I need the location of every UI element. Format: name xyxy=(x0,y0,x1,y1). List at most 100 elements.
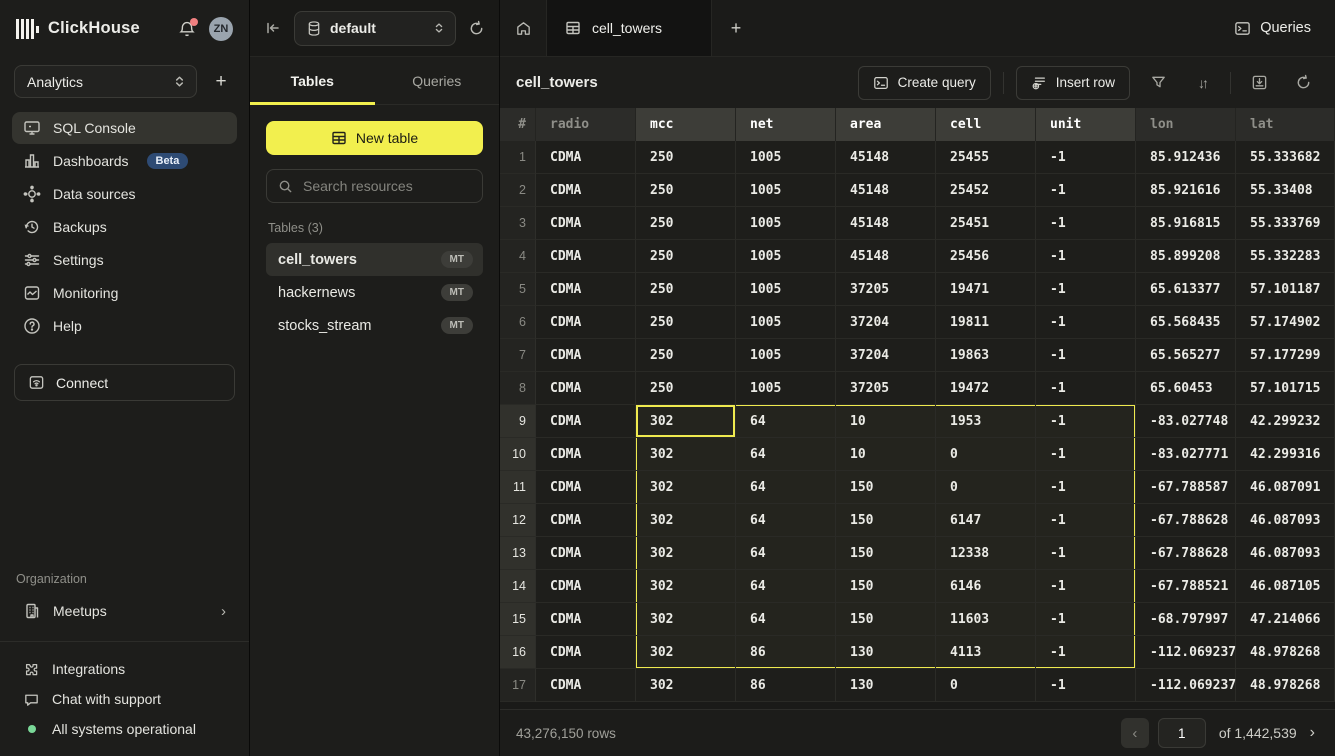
refresh-button[interactable] xyxy=(1287,67,1319,99)
data-cell[interactable]: 302 xyxy=(636,438,736,471)
data-cell[interactable]: -1 xyxy=(1036,306,1136,339)
data-cell[interactable]: CDMA xyxy=(536,240,636,273)
data-cell[interactable]: CDMA xyxy=(536,141,636,174)
data-cell[interactable]: 55.332283 xyxy=(1236,240,1335,273)
data-cell[interactable]: 302 xyxy=(636,669,736,702)
prev-page-button[interactable]: ‹ xyxy=(1121,718,1149,748)
sidebar-item-chat-support[interactable]: Chat with support xyxy=(0,684,249,714)
data-cell[interactable]: 150 xyxy=(836,603,936,636)
data-cell[interactable]: 6147 xyxy=(936,504,1036,537)
filter-button[interactable] xyxy=(1142,67,1174,99)
data-cell[interactable]: 250 xyxy=(636,174,736,207)
data-cell[interactable]: 10 xyxy=(836,405,936,438)
row-number-cell[interactable]: 4 xyxy=(500,240,536,273)
data-cell[interactable]: 302 xyxy=(636,405,736,438)
data-cell[interactable]: -83.027771 xyxy=(1136,438,1236,471)
data-cell[interactable]: 4113 xyxy=(936,636,1036,669)
data-cell[interactable]: 46.087105 xyxy=(1236,570,1335,603)
data-cell[interactable]: 85.921616 xyxy=(1136,174,1236,207)
data-cell[interactable]: 302 xyxy=(636,471,736,504)
data-cell[interactable]: 64 xyxy=(736,504,836,537)
data-cell[interactable]: -67.788628 xyxy=(1136,537,1236,570)
data-cell[interactable]: 57.101715 xyxy=(1236,372,1335,405)
data-cell[interactable]: 150 xyxy=(836,537,936,570)
data-cell[interactable]: 57.177299 xyxy=(1236,339,1335,372)
data-cell[interactable]: -67.788521 xyxy=(1136,570,1236,603)
data-cell[interactable]: -1 xyxy=(1036,504,1136,537)
table-list-item-hackernews[interactable]: hackernews MT xyxy=(266,276,483,309)
data-cell[interactable]: 19811 xyxy=(936,306,1036,339)
data-cell[interactable]: -67.788628 xyxy=(1136,504,1236,537)
data-cell[interactable]: 0 xyxy=(936,438,1036,471)
data-cell[interactable]: 45148 xyxy=(836,240,936,273)
collapse-sidebar-icon[interactable] xyxy=(264,19,282,37)
row-number-cell[interactable]: 16 xyxy=(500,636,536,669)
data-cell[interactable]: 0 xyxy=(936,471,1036,504)
data-cell[interactable]: -1 xyxy=(1036,141,1136,174)
new-tab-button[interactable]: + xyxy=(712,0,760,56)
tab-queries[interactable]: Queries xyxy=(375,57,500,104)
row-number-cell[interactable]: 2 xyxy=(500,174,536,207)
data-cell[interactable]: 150 xyxy=(836,570,936,603)
data-cell[interactable]: CDMA xyxy=(536,570,636,603)
data-cell[interactable]: -1 xyxy=(1036,636,1136,669)
data-cell[interactable]: 1005 xyxy=(736,141,836,174)
data-cell[interactable]: CDMA xyxy=(536,405,636,438)
column-header-lat[interactable]: lat xyxy=(1236,108,1335,141)
connect-button[interactable]: Connect xyxy=(14,364,235,401)
search-input[interactable] xyxy=(301,177,471,195)
data-cell[interactable]: 250 xyxy=(636,306,736,339)
data-cell[interactable]: 86 xyxy=(736,636,836,669)
data-cell[interactable]: CDMA xyxy=(536,372,636,405)
data-cell[interactable]: -1 xyxy=(1036,405,1136,438)
new-table-button[interactable]: New table xyxy=(266,121,483,155)
data-cell[interactable]: 19472 xyxy=(936,372,1036,405)
data-cell[interactable]: 47.214066 xyxy=(1236,603,1335,636)
data-cell[interactable]: CDMA xyxy=(536,273,636,306)
system-status[interactable]: All systems operational xyxy=(0,714,249,744)
data-cell[interactable]: 48.978268 xyxy=(1236,669,1335,702)
data-cell[interactable]: CDMA xyxy=(536,174,636,207)
row-number-cell[interactable]: 13 xyxy=(500,537,536,570)
data-cell[interactable]: 25455 xyxy=(936,141,1036,174)
data-cell[interactable]: -1 xyxy=(1036,339,1136,372)
data-cell[interactable]: -1 xyxy=(1036,537,1136,570)
sidebar-item-settings[interactable]: Settings xyxy=(12,244,237,276)
column-header-lon[interactable]: lon xyxy=(1136,108,1236,141)
column-header-area[interactable]: area xyxy=(836,108,936,141)
data-cell[interactable]: 1005 xyxy=(736,273,836,306)
data-cell[interactable]: 302 xyxy=(636,570,736,603)
data-cell[interactable]: 45148 xyxy=(836,141,936,174)
data-cell[interactable]: 250 xyxy=(636,372,736,405)
data-cell[interactable]: 64 xyxy=(736,603,836,636)
brand[interactable]: ClickHouse xyxy=(16,19,140,39)
column-header-mcc[interactable]: mcc xyxy=(636,108,736,141)
data-cell[interactable]: 1005 xyxy=(736,339,836,372)
row-number-cell[interactable]: 11 xyxy=(500,471,536,504)
notifications-bell-icon[interactable] xyxy=(178,20,196,38)
sidebar-item-dashboards[interactable]: Dashboards Beta xyxy=(12,145,237,177)
data-cell[interactable]: CDMA xyxy=(536,504,636,537)
data-cell[interactable]: 64 xyxy=(736,438,836,471)
data-cell[interactable]: -1 xyxy=(1036,570,1136,603)
data-cell[interactable]: 37204 xyxy=(836,306,936,339)
row-number-cell[interactable]: 7 xyxy=(500,339,536,372)
data-cell[interactable]: 11603 xyxy=(936,603,1036,636)
data-cell[interactable]: 55.333682 xyxy=(1236,141,1335,174)
data-cell[interactable]: 1005 xyxy=(736,372,836,405)
sidebar-item-sql-console[interactable]: SQL Console xyxy=(12,112,237,144)
row-number-cell[interactable]: 17 xyxy=(500,669,536,702)
data-cell[interactable]: -83.027748 xyxy=(1136,405,1236,438)
row-number-cell[interactable]: 10 xyxy=(500,438,536,471)
next-page-button[interactable]: › xyxy=(1306,724,1319,742)
column-header-unit[interactable]: unit xyxy=(1036,108,1136,141)
data-cell[interactable]: 25451 xyxy=(936,207,1036,240)
data-cell[interactable]: CDMA xyxy=(536,207,636,240)
data-cell[interactable]: 150 xyxy=(836,504,936,537)
data-cell[interactable]: 57.101187 xyxy=(1236,273,1335,306)
row-number-cell[interactable]: 5 xyxy=(500,273,536,306)
add-service-button[interactable]: + xyxy=(207,68,235,96)
data-cell[interactable]: 45148 xyxy=(836,174,936,207)
row-number-cell[interactable]: 14 xyxy=(500,570,536,603)
table-list-item-cell-towers[interactable]: cell_towers MT xyxy=(266,243,483,276)
